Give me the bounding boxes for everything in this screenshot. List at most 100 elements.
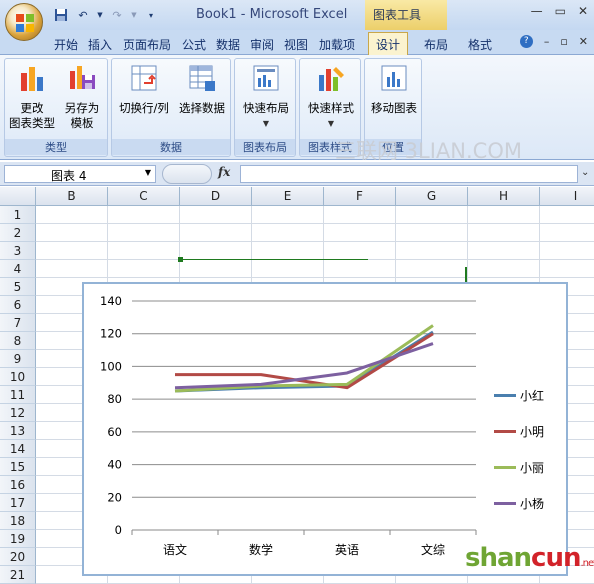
legend-label: 小丽 [520, 461, 545, 475]
group-type-label: 类型 [5, 139, 107, 155]
column-header-c[interactable]: C [108, 187, 180, 206]
row-header-11[interactable]: 11 [0, 386, 36, 404]
legend-swatch [494, 502, 516, 505]
formula-input[interactable] [240, 165, 578, 183]
customize-qat-icon[interactable]: ▾ [142, 7, 160, 23]
name-box-dropdown-icon[interactable]: ▼ [145, 168, 151, 177]
switch-row-col-button[interactable]: 切换行/列 [114, 63, 174, 116]
doc-minimize-icon[interactable]: – [544, 35, 550, 48]
redo-icon[interactable]: ↷ [108, 7, 126, 23]
row-header-4[interactable]: 4 [0, 260, 36, 278]
row-header-7[interactable]: 7 [0, 314, 36, 332]
row-header-19[interactable]: 19 [0, 530, 36, 548]
y-tick-label: 80 [107, 392, 122, 406]
row-header-2[interactable]: 2 [0, 224, 36, 242]
formula-bar-divider-handle[interactable] [162, 164, 212, 184]
x-tick-label: 数学 [249, 542, 273, 557]
row-header-8[interactable]: 8 [0, 332, 36, 350]
row-header-20[interactable]: 20 [0, 548, 36, 566]
select-all-corner[interactable] [0, 187, 36, 206]
office-button[interactable] [5, 3, 43, 41]
row-header-14[interactable]: 14 [0, 440, 36, 458]
save-as-template-button[interactable]: 另存为 模板 [59, 63, 105, 131]
column-header-g[interactable]: G [396, 187, 468, 206]
quick-style-dropdown-icon: ▼ [327, 119, 335, 128]
watermark-text: 三联网 3LIAN.COM [335, 139, 522, 163]
quick-layout-dropdown-icon: ▼ [262, 119, 270, 128]
select-data-icon [189, 65, 215, 91]
column-header-b[interactable]: B [36, 187, 108, 206]
select-data-button[interactable]: 选择数据 [174, 63, 230, 116]
y-tick-label: 0 [115, 523, 122, 537]
restore-icon[interactable]: ▭ [555, 4, 566, 18]
redo-dropdown-icon[interactable]: ▼ [130, 7, 138, 23]
worksheet-grid[interactable]: BCDEFGHI 1 2 3 4 5 6 7 8 9 10 11 12 13 14 15 16 17 18 19 20… [0, 187, 594, 584]
move-chart-button[interactable]: 移动图表 [367, 63, 421, 116]
select-data-label: 选择数据 [179, 101, 225, 115]
expand-formula-bar-icon[interactable]: ⌄ [581, 167, 589, 178]
row-header-10[interactable]: 10 [0, 368, 36, 386]
undo-icon[interactable]: ↶ [74, 7, 92, 23]
row-header-6[interactable]: 6 [0, 296, 36, 314]
row-header-1[interactable]: 1 [0, 206, 36, 224]
tab-data[interactable]: 数据 [212, 33, 244, 55]
tab-review[interactable]: 审阅 [246, 33, 278, 55]
tab-layout[interactable]: 布局 [418, 33, 454, 55]
tab-add-ins[interactable]: 加载项 [314, 33, 360, 55]
tab-page-layout[interactable]: 页面布局 [118, 33, 176, 55]
row-header-3[interactable]: 3 [0, 242, 36, 260]
row-header-17[interactable]: 17 [0, 494, 36, 512]
row-header-5[interactable]: 5 [0, 278, 36, 296]
legend-swatch [494, 430, 516, 433]
y-tick-label: 20 [107, 490, 122, 504]
quick-layout-button[interactable]: 快速布局 ▼ [237, 63, 295, 131]
window-title: Book1 - Microsoft Excel [196, 7, 348, 22]
tab-design[interactable]: 设计 [368, 32, 408, 56]
data-range-handle [178, 257, 183, 262]
title-bar: ↶ ▼ ↷ ▼ ▾ Book1 - Microsoft Excel 图表工具 —… [0, 0, 594, 30]
row-header-13[interactable]: 13 [0, 422, 36, 440]
column-header-d[interactable]: D [180, 187, 252, 206]
y-tick-label: 60 [107, 425, 122, 439]
tab-view[interactable]: 视图 [280, 33, 312, 55]
column-header-h[interactable]: H [468, 187, 540, 206]
quick-style-button[interactable]: 快速样式 ▼ [302, 63, 360, 131]
grid-line-horizontal [36, 241, 594, 242]
tab-home[interactable]: 开始 [50, 33, 82, 55]
column-header-e[interactable]: E [252, 187, 324, 206]
save-template-icon [70, 66, 95, 89]
quick-access-toolbar: ↶ ▼ ↷ ▼ ▾ [52, 6, 160, 24]
grid-line-horizontal [36, 277, 594, 278]
save-icon[interactable] [52, 7, 70, 23]
doc-restore-icon[interactable]: ▫ [560, 35, 567, 48]
tab-insert[interactable]: 插入 [84, 33, 116, 55]
insert-function-button[interactable]: fx [218, 165, 238, 183]
legend-label: 小杨 [520, 497, 545, 511]
group-data: 切换行/列 选择数据 数据 [111, 58, 231, 157]
window-controls: — ▭ ✕ [531, 4, 588, 18]
tab-formulas[interactable]: 公式 [178, 33, 210, 55]
undo-dropdown-icon[interactable]: ▼ [96, 7, 104, 23]
x-tick-label: 文综 [421, 542, 445, 557]
move-chart-label: 移动图表 [371, 101, 417, 115]
row-header-16[interactable]: 16 [0, 476, 36, 494]
row-header-9[interactable]: 9 [0, 350, 36, 368]
row-header-12[interactable]: 12 [0, 404, 36, 422]
data-range-border-right [465, 267, 467, 282]
tab-format[interactable]: 格式 [462, 33, 498, 55]
column-header-f[interactable]: F [324, 187, 396, 206]
change-chart-type-button[interactable]: 更改 图表类型 [9, 63, 55, 131]
formula-bar: 图表 4 ▼ fx ⌄ [0, 162, 594, 186]
row-header-15[interactable]: 15 [0, 458, 36, 476]
help-icon[interactable]: ? [519, 35, 533, 48]
row-header-21[interactable]: 21 [0, 566, 36, 584]
y-tick-label: 120 [100, 327, 122, 341]
minimize-icon[interactable]: — [531, 4, 543, 18]
switch-row-col-label: 切换行/列 [119, 101, 169, 115]
line-chart[interactable]: 0 20 40 60 80 100 120 140 语文 数学 英语 文综 小红 小明 小丽 小杨 [82, 282, 568, 576]
doc-close-icon[interactable]: ✕ [579, 35, 588, 48]
close-icon[interactable]: ✕ [578, 4, 588, 18]
name-box[interactable]: 图表 4 ▼ [4, 165, 156, 183]
column-header-i[interactable]: I [540, 187, 594, 206]
row-header-18[interactable]: 18 [0, 512, 36, 530]
